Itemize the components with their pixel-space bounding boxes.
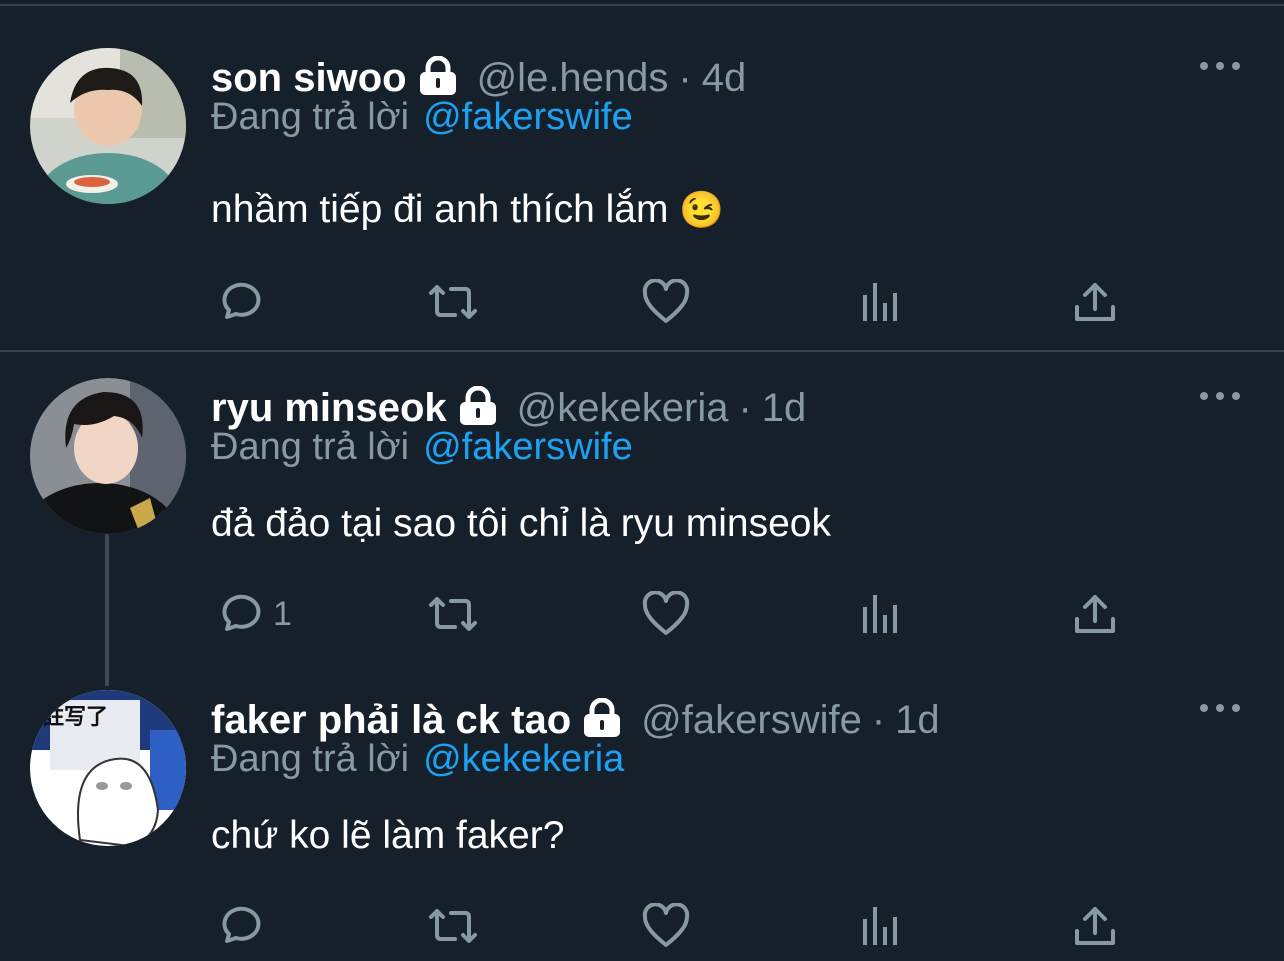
more-icon[interactable] xyxy=(1200,386,1240,406)
analytics-icon xyxy=(863,907,897,945)
handle[interactable]: @fakerswife xyxy=(641,698,862,743)
like-icon xyxy=(642,591,690,635)
analytics-button[interactable] xyxy=(861,586,901,642)
share-button[interactable] xyxy=(1073,586,1117,642)
reply-prefix: Đang trả lời xyxy=(211,96,410,138)
avatar[interactable]: 註写了 xyxy=(30,690,186,846)
analytics-button[interactable] xyxy=(861,898,901,954)
avatar-photo: 註写了 xyxy=(30,690,186,846)
tweet-divider xyxy=(0,350,1284,352)
retweet-icon xyxy=(429,285,477,319)
avatar[interactable] xyxy=(30,48,186,204)
avatar-text: 註写了 xyxy=(42,704,108,730)
analytics-icon xyxy=(863,283,897,321)
display-name[interactable]: son siwoo xyxy=(211,56,407,101)
separator: · xyxy=(871,697,886,742)
like-button[interactable] xyxy=(641,898,691,954)
tweet-text: đả đảo tại sao tôi chỉ là ryu minseok xyxy=(211,502,831,546)
handle[interactable]: @kekekeria xyxy=(517,386,729,431)
lock-icon xyxy=(457,385,499,431)
action-bar: 1 xyxy=(211,586,1131,642)
separator: · xyxy=(738,385,752,430)
tweet-text-content: đả đảo tại sao tôi chỉ là ryu minseok xyxy=(211,502,832,545)
analytics-icon xyxy=(863,595,897,633)
reply-prefix: Đang trả lời xyxy=(211,738,410,780)
timestamp[interactable]: 1d xyxy=(762,386,807,431)
mention-link[interactable]: @kekekeria xyxy=(423,738,624,780)
display-name[interactable]: faker phải là ck tao xyxy=(211,698,571,743)
reply-prefix: Đang trả lời xyxy=(211,426,410,468)
more-icon[interactable] xyxy=(1200,56,1240,76)
share-button[interactable] xyxy=(1073,898,1117,954)
mention-link[interactable]: @fakerswife xyxy=(423,96,633,138)
avatar-photo xyxy=(30,378,186,534)
tweet-text-content: chứ ko lẽ làm faker? xyxy=(211,814,565,857)
retweet-button[interactable] xyxy=(425,586,481,642)
timestamp[interactable]: 1d xyxy=(895,698,940,743)
separator: · xyxy=(678,55,692,100)
share-button[interactable] xyxy=(1073,274,1117,330)
reply-button[interactable] xyxy=(215,898,273,954)
avatar-photo xyxy=(30,48,186,204)
display-name[interactable]: ryu minseok xyxy=(211,386,447,431)
like-button[interactable] xyxy=(641,586,691,642)
reply-icon xyxy=(222,594,261,631)
like-icon xyxy=(642,279,690,323)
retweet-icon xyxy=(429,597,477,631)
reply-count: 1 xyxy=(273,594,292,633)
reply-context: Đang trả lời @kekekeria xyxy=(211,738,624,781)
like-icon xyxy=(642,903,690,947)
reply-button[interactable] xyxy=(215,274,273,330)
share-icon xyxy=(1075,907,1115,945)
avatar[interactable] xyxy=(30,378,186,534)
timestamp[interactable]: 4d xyxy=(702,56,747,101)
share-icon xyxy=(1075,595,1115,633)
handle[interactable]: @le.hends xyxy=(477,56,669,101)
retweet-button[interactable] xyxy=(425,898,481,954)
action-bar xyxy=(211,898,1131,954)
share-icon xyxy=(1075,283,1115,321)
reply-context: Đang trả lời @fakerswife xyxy=(211,426,633,469)
top-divider xyxy=(0,4,1284,6)
reply-button[interactable]: 1 xyxy=(215,586,292,642)
retweet-button[interactable] xyxy=(425,274,481,330)
retweet-icon xyxy=(429,909,477,943)
action-bar xyxy=(211,274,1131,330)
tweet-text: chứ ko lẽ làm faker? xyxy=(211,814,564,858)
wink-emoji: 😉 xyxy=(679,189,725,230)
reply-icon xyxy=(222,282,261,319)
thread-connector xyxy=(105,534,109,686)
analytics-button[interactable] xyxy=(861,274,901,330)
reply-icon xyxy=(222,906,261,943)
lock-icon xyxy=(417,55,459,101)
reply-context: Đang trả lời @fakerswife xyxy=(211,96,633,139)
mention-link[interactable]: @fakerswife xyxy=(423,426,633,468)
more-icon[interactable] xyxy=(1200,698,1240,718)
tweet-text: nhầm tiếp đi anh thích lắm 😉 xyxy=(211,188,724,232)
like-button[interactable] xyxy=(641,274,691,330)
tweet-text-content: nhầm tiếp đi anh thích lắm xyxy=(211,188,669,231)
lock-icon xyxy=(581,697,623,743)
